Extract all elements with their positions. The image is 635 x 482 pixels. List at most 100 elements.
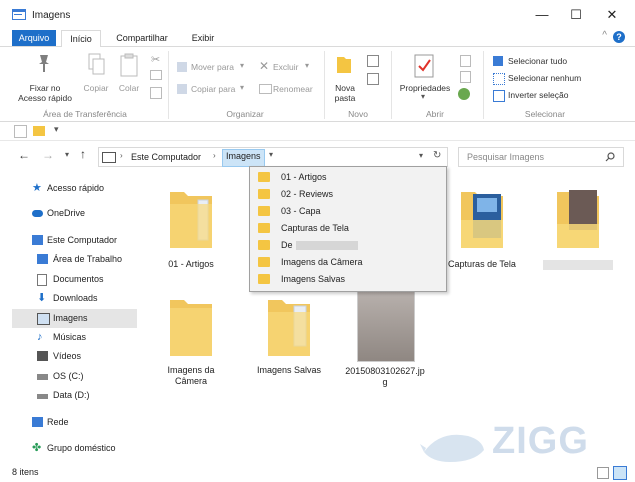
select-all-icon[interactable]: [493, 56, 503, 66]
invert-selection-button[interactable]: Inverter seleção: [508, 89, 568, 101]
group-new-label: Novo: [348, 109, 368, 119]
dropdown-item[interactable]: De: [250, 237, 446, 254]
nav-videos[interactable]: Vídeos: [12, 347, 137, 366]
file-item-saved[interactable]: Imagens Salvas: [249, 292, 329, 392]
select-none-button[interactable]: Selecionar nenhum: [508, 72, 581, 84]
properties-icon[interactable]: [414, 54, 434, 78]
rename-button[interactable]: Renomear: [273, 83, 313, 95]
easy-access-icon[interactable]: [367, 73, 379, 85]
search-box[interactable]: Pesquisar Imagens: [458, 147, 624, 167]
chevron-down-icon[interactable]: ▾: [421, 92, 425, 101]
rename-icon[interactable]: [259, 84, 272, 94]
nav-documents[interactable]: Documentos: [12, 270, 137, 289]
refresh-icon[interactable]: ↻: [433, 150, 441, 161]
move-to-button[interactable]: Mover para: [191, 61, 234, 73]
tab-share[interactable]: Compartilhar: [112, 31, 172, 45]
select-all-button[interactable]: Selecionar tudo: [508, 55, 567, 67]
forward-button[interactable]: →: [42, 148, 54, 162]
paste-icon[interactable]: [120, 53, 138, 77]
select-none-icon[interactable]: [493, 73, 505, 85]
recent-locations-icon[interactable]: ▾: [65, 150, 69, 159]
nav-this-pc[interactable]: Este Computador: [12, 231, 137, 250]
new-folder-label-2[interactable]: pasta: [325, 93, 365, 103]
chevron-down-icon[interactable]: ▾: [419, 151, 423, 160]
nav-quick-access[interactable]: ★ Acesso rápido: [12, 179, 137, 198]
dropdown-item[interactable]: Capturas de Tela: [250, 220, 446, 237]
history-icon[interactable]: [458, 88, 470, 100]
dropdown-item[interactable]: 03 - Capa: [250, 203, 446, 220]
nav-homegroup[interactable]: ✤ Grupo doméstico: [12, 439, 137, 458]
paste-label[interactable]: Colar: [113, 83, 145, 93]
address-bar[interactable]: › Este Computador › Imagens ▾ ▾ ↻: [98, 147, 448, 167]
new-folder-icon[interactable]: [33, 126, 45, 136]
file-item-capturas[interactable]: Capturas de Tela: [442, 184, 522, 274]
chevron-down-icon[interactable]: ▾: [240, 61, 244, 70]
chevron-down-icon[interactable]: ▾: [269, 150, 273, 159]
nav-desktop[interactable]: Área de Trabalho: [12, 250, 137, 269]
dropdown-label: 01 - Artigos: [281, 172, 327, 182]
nav-drive-c[interactable]: OS (C:): [12, 367, 137, 386]
chevron-up-icon[interactable]: ^: [602, 30, 607, 41]
up-button[interactable]: ↑: [80, 147, 86, 161]
close-button[interactable]: ✕: [597, 6, 627, 24]
watermark-text: ZIGG: [492, 420, 589, 462]
nav-onedrive[interactable]: OneDrive: [12, 204, 137, 223]
maximize-button[interactable]: ☐: [561, 6, 591, 24]
dropdown-item[interactable]: 02 - Reviews: [250, 186, 446, 203]
tab-view[interactable]: Exibir: [183, 31, 223, 45]
file-item-blurred[interactable]: [538, 184, 618, 274]
chevron-right-icon[interactable]: ›: [213, 151, 216, 160]
chevron-right-icon[interactable]: ›: [120, 151, 123, 160]
ribbon-tabs: Arquivo Início Compartilhar Exibir: [0, 28, 635, 48]
nav-pictures[interactable]: Imagens: [12, 309, 137, 328]
new-item-icon[interactable]: [367, 55, 379, 67]
properties-icon[interactable]: [14, 125, 27, 138]
nav-downloads[interactable]: ⬇ Downloads: [12, 289, 137, 308]
copy-icon[interactable]: [88, 53, 106, 77]
cut-icon[interactable]: ✂: [151, 53, 160, 66]
pin-label-2[interactable]: Acesso rápido: [10, 93, 80, 103]
pin-label-1[interactable]: Fixar no: [10, 83, 80, 93]
tab-file[interactable]: Arquivo: [12, 30, 56, 46]
tab-home[interactable]: Início: [61, 30, 101, 48]
new-folder-icon[interactable]: [335, 55, 353, 75]
details-view-icon[interactable]: [597, 467, 609, 479]
dropdown-item[interactable]: 01 - Artigos: [250, 169, 446, 186]
nav-drive-d[interactable]: Data (D:): [12, 386, 137, 405]
file-item-camera[interactable]: Imagens da Câmera: [151, 292, 231, 392]
nav-music[interactable]: ♪ Músicas: [12, 328, 137, 347]
nav-network[interactable]: Rede: [12, 413, 137, 432]
file-item-jpg[interactable]: 20150803102627.jpg: [345, 288, 425, 398]
breadcrumb-current[interactable]: Imagens: [222, 149, 265, 167]
minimize-button[interactable]: —: [527, 6, 557, 24]
file-item-artigos[interactable]: 01 - Artigos: [151, 184, 231, 274]
customize-qat-icon[interactable]: ▾: [54, 124, 59, 135]
dropdown-label: De: [281, 240, 293, 250]
pin-icon[interactable]: [35, 53, 53, 73]
open-icon[interactable]: [460, 55, 471, 67]
dropdown-item[interactable]: Imagens Salvas: [250, 271, 446, 288]
delete-button[interactable]: Excluir: [273, 61, 299, 73]
help-icon[interactable]: ?: [613, 31, 625, 43]
copy-label[interactable]: Copiar: [78, 83, 114, 93]
back-button[interactable]: ←: [18, 148, 30, 162]
dropdown-item[interactable]: Imagens da Câmera: [250, 254, 446, 271]
copy-path-icon[interactable]: [150, 70, 162, 80]
search-icon[interactable]: [605, 152, 615, 162]
move-to-icon[interactable]: [177, 62, 187, 72]
large-icons-view-icon[interactable]: [613, 466, 627, 480]
copy-to-button[interactable]: Copiar para: [191, 83, 235, 95]
image-thumbnail: [357, 288, 415, 362]
paste-shortcut-icon[interactable]: [150, 87, 162, 99]
breadcrumb-current-label: Imagens: [226, 151, 261, 161]
copy-to-icon[interactable]: [177, 84, 187, 94]
breadcrumb-root[interactable]: Este Computador: [131, 152, 201, 162]
edit-icon[interactable]: [460, 71, 471, 83]
new-folder-label-1[interactable]: Nova: [325, 83, 365, 93]
chevron-down-icon[interactable]: ▾: [240, 83, 244, 92]
file-name: 01 - Artigos: [168, 259, 214, 269]
search-input[interactable]: Pesquisar Imagens: [467, 152, 544, 162]
chevron-down-icon[interactable]: ▾: [305, 61, 309, 70]
delete-icon[interactable]: ✕: [259, 59, 269, 73]
invert-selection-icon[interactable]: [493, 90, 505, 102]
